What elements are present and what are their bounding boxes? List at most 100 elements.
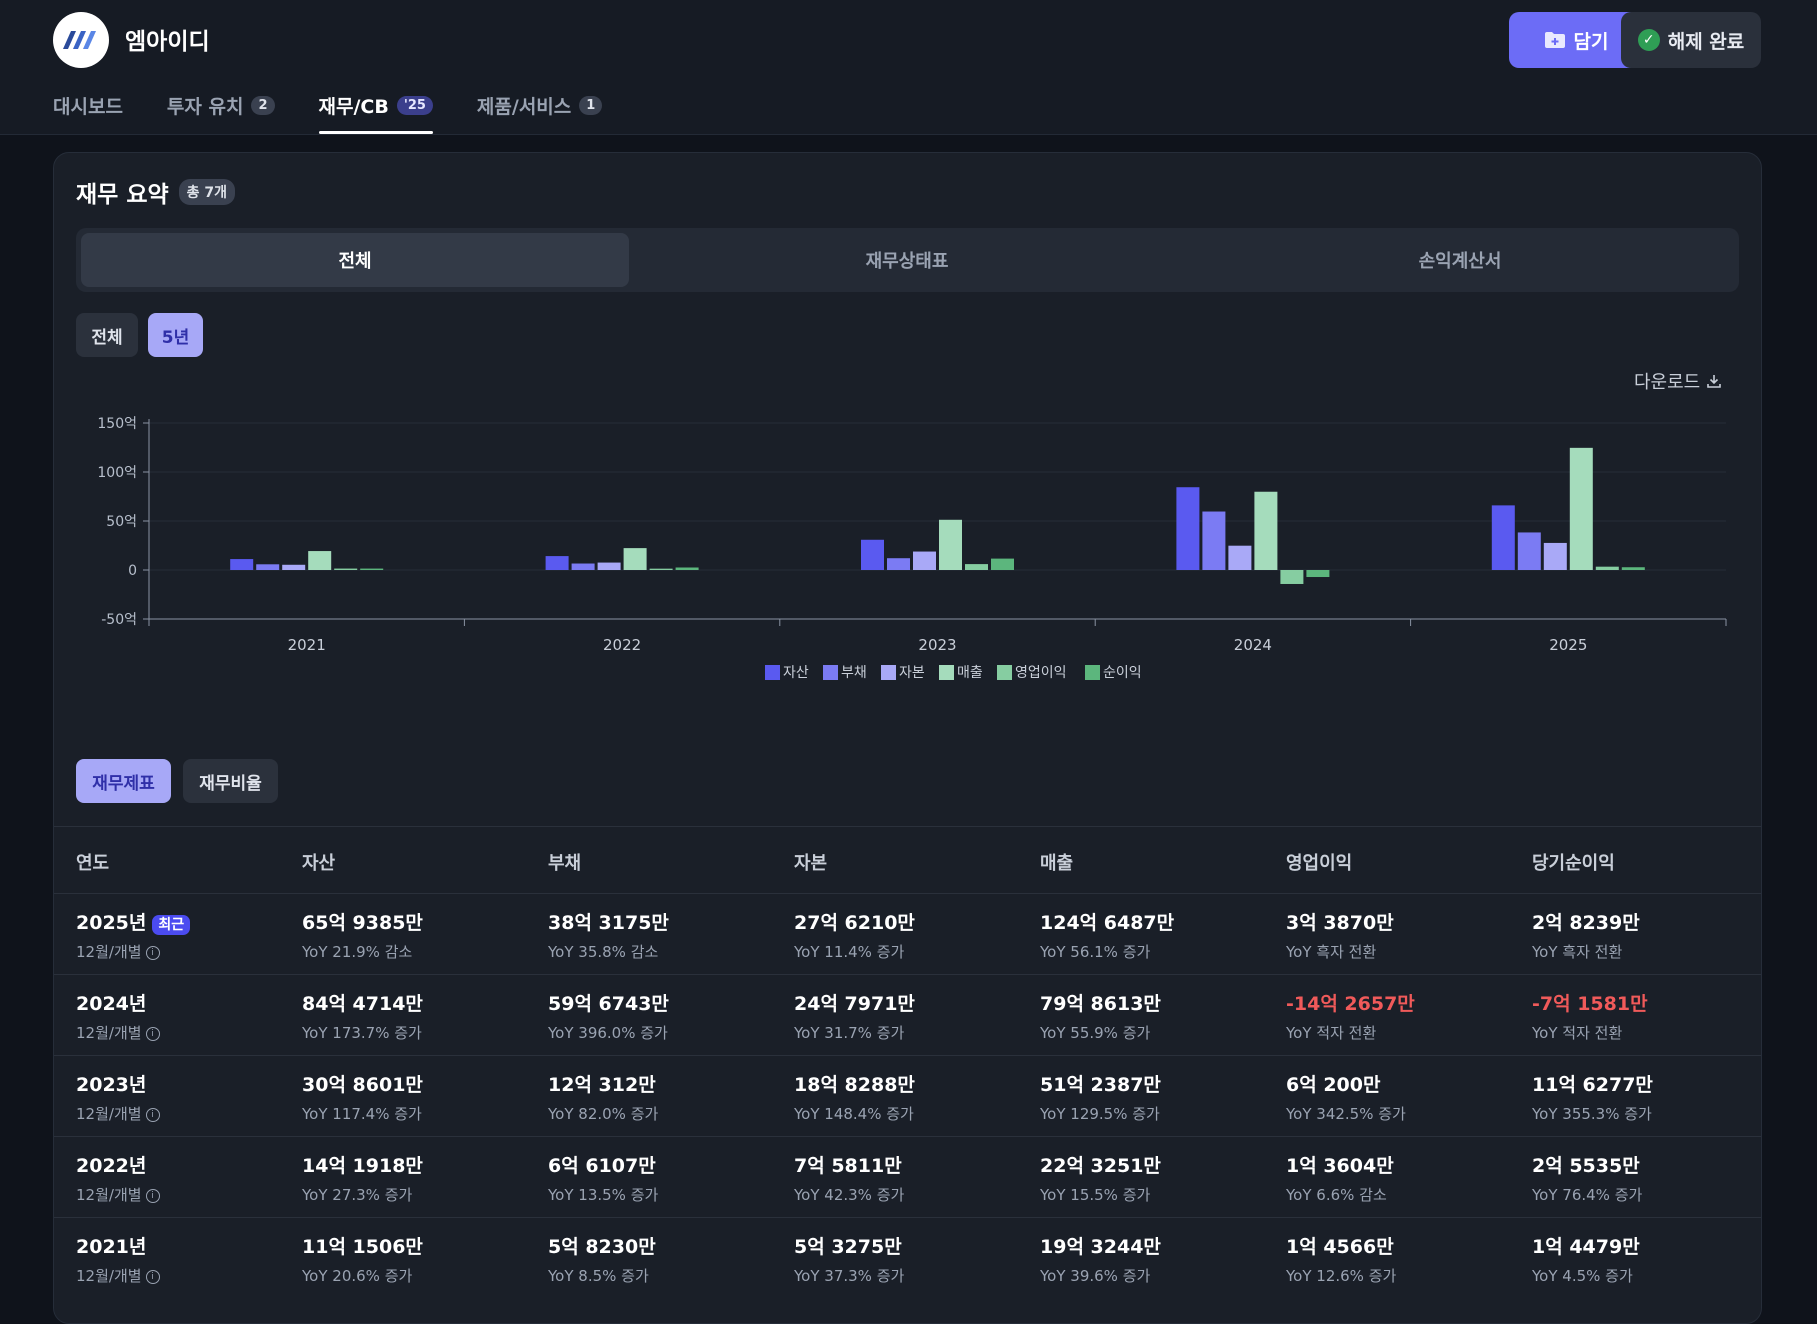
tab-dashboard[interactable]: 대시보드 <box>53 92 123 134</box>
year-cell: 2025년 최근 12월/개별 i <box>76 894 191 962</box>
bar <box>282 564 306 570</box>
legend-label: 자산 <box>783 665 809 681</box>
info-icon[interactable]: i <box>145 945 160 960</box>
cell-yoy: YoY 20.6% 증가 <box>302 1267 413 1285</box>
folder-plus-icon <box>1544 32 1565 48</box>
download-button[interactable]: 다운로드 <box>1634 368 1722 394</box>
value-cell: 84억 4714만 YoY 173.7% 증가 <box>302 975 423 1043</box>
cell-yoy: YoY 37.3% 증가 <box>794 1267 905 1285</box>
y-tick-label: -50억 <box>101 612 137 628</box>
value-cell: 18억 8288만 YoY 148.4% 증가 <box>794 1056 915 1124</box>
table-row: 2025년 최근 12월/개별 i 65억 9385만 YoY 21.9% 감소 38억 3… <box>54 893 1761 974</box>
tab-investment[interactable]: 투자 유치 2 <box>167 92 275 134</box>
info-icon[interactable]: i <box>145 1269 160 1284</box>
bar <box>1228 545 1252 570</box>
cell-value: 7억 5811만 <box>794 1155 902 1177</box>
tab-label: 재무/CB <box>318 96 389 118</box>
cell-yoy: YoY 129.5% 증가 <box>1040 1105 1160 1123</box>
table-row: 2024년 12월/개별 i 84억 4714만 YoY 173.7% 증가 59억 67… <box>54 974 1761 1055</box>
tab-products[interactable]: 제품/서비스 1 <box>477 92 603 134</box>
info-icon[interactable]: i <box>145 1188 160 1203</box>
cell-value: 27억 6210만 <box>794 912 915 934</box>
cell-yoy: YoY 적자 전환 <box>1532 1024 1623 1042</box>
subtab-statements[interactable]: 재무제표 <box>76 759 171 803</box>
company-name: 엠아이디 <box>125 29 210 55</box>
cell-value: 18억 8288만 <box>794 1074 915 1096</box>
header-liabilities: 부채 <box>548 853 582 874</box>
download-icon <box>1707 375 1722 388</box>
value-cell: 27억 6210만 YoY 11.4% 증가 <box>794 894 915 962</box>
value-cell: 11억 1506만 YoY 20.6% 증가 <box>302 1218 423 1286</box>
cell-value: 84억 4714만 <box>302 993 423 1015</box>
info-icon[interactable]: i <box>145 1026 160 1041</box>
cell-yoy: YoY 342.5% 증가 <box>1286 1105 1406 1123</box>
year-label: 2025년 최근 <box>76 908 191 935</box>
count-badge: 총 7개 <box>178 179 236 205</box>
legend-swatch <box>997 665 1012 680</box>
section-title-text: 재무 요약 <box>76 182 169 208</box>
value-cell: 2억 8239만 YoY 흑자 전환 <box>1532 894 1640 962</box>
value-cell: 65억 9385만 YoY 21.9% 감소 <box>302 894 423 962</box>
cell-yoy: YoY 4.5% 증가 <box>1532 1267 1633 1285</box>
x-tick-label: 2022 <box>603 636 641 654</box>
cell-value: -7억 1581만 <box>1532 993 1648 1015</box>
legend-swatch <box>939 665 954 680</box>
latest-badge: 최근 <box>152 915 191 935</box>
value-cell: 19억 3244만 YoY 39.6% 증가 <box>1040 1218 1161 1286</box>
period-chip-5y[interactable]: 5년 <box>148 313 203 357</box>
bar <box>939 519 962 570</box>
table-row: 2022년 12월/개별 i 14억 1918만 YoY 27.3% 증가 6억 6107… <box>54 1136 1761 1217</box>
header-assets: 자산 <box>302 853 336 874</box>
bar <box>545 556 569 570</box>
period-label: 12월/개별 i <box>76 1265 160 1286</box>
segment-all[interactable]: 전체 <box>81 233 629 287</box>
main-tabs: 대시보드 투자 유치 2 재무/CB '25 제품/서비스 1 <box>53 92 603 134</box>
legend-label: 매출 <box>957 665 983 681</box>
period-label: 12월/개별 i <box>76 1184 160 1205</box>
header-operating-profit: 영업이익 <box>1286 853 1353 874</box>
company-logo <box>53 12 109 68</box>
value-cell: 11억 6277만 YoY 355.3% 증가 <box>1532 1056 1653 1124</box>
value-cell: 30억 8601만 YoY 117.4% 증가 <box>302 1056 423 1124</box>
legend-swatch <box>765 665 780 680</box>
year-cell: 2021년 12월/개별 i <box>76 1218 160 1286</box>
cell-yoy: YoY 148.4% 증가 <box>794 1105 914 1123</box>
financial-table: 연도 자산 부채 자본 매출 영업이익 당기순이익 2025년 최근 12월/개별 i… <box>54 826 1761 1298</box>
tab-badge: 2 <box>251 96 275 115</box>
check-icon: ✓ <box>1637 29 1660 51</box>
legend-swatch <box>881 665 896 680</box>
cell-value: 24억 7971만 <box>794 993 915 1015</box>
period-label: 12월/개별 i <box>76 1103 160 1124</box>
cell-value: 5억 8230만 <box>548 1236 656 1258</box>
legend-swatch <box>1085 665 1100 680</box>
cell-value: 79억 8613만 <box>1040 993 1161 1015</box>
x-tick-label: 2024 <box>1234 636 1272 654</box>
segment-income-statement[interactable]: 손익계산서 <box>1186 233 1734 287</box>
tab-finance-cb[interactable]: 재무/CB '25 <box>318 92 434 134</box>
segment-balance-sheet[interactable]: 재무상태표 <box>633 233 1181 287</box>
value-cell: 124억 6487만 YoY 56.1% 증가 <box>1040 894 1174 962</box>
legend-label: 순이익 <box>1103 665 1142 681</box>
period-chip-all[interactable]: 전체 <box>76 313 138 357</box>
bar <box>965 564 988 570</box>
value-cell: 7억 5811만 YoY 42.3% 증가 <box>794 1137 904 1205</box>
bar <box>334 568 358 570</box>
cell-value: 11억 6277만 <box>1532 1074 1653 1096</box>
x-tick-label: 2025 <box>1549 636 1587 654</box>
cell-yoy: YoY 15.5% 증가 <box>1040 1186 1151 1204</box>
cell-value: 65억 9385만 <box>302 912 423 934</box>
bar <box>623 548 647 570</box>
year-cell: 2023년 12월/개별 i <box>76 1056 160 1124</box>
statement-segmented-control: 전체 재무상태표 손익계산서 <box>76 228 1739 292</box>
bar <box>913 551 936 570</box>
subtab-ratios[interactable]: 재무비율 <box>183 759 278 803</box>
release-button[interactable]: ✓ 해제 완료 <box>1621 12 1761 68</box>
cell-value: 11억 1506만 <box>302 1236 423 1258</box>
save-button-label: 담기 <box>1573 30 1609 53</box>
info-icon[interactable]: i <box>145 1107 160 1122</box>
cell-yoy: YoY 21.9% 감소 <box>302 943 413 961</box>
cell-value: 1억 4479만 <box>1532 1236 1640 1258</box>
tab-label: 투자 유치 <box>166 96 244 118</box>
cell-value: 2억 8239만 <box>1532 912 1640 934</box>
section-title: 재무 요약 총 7개 <box>76 175 236 209</box>
